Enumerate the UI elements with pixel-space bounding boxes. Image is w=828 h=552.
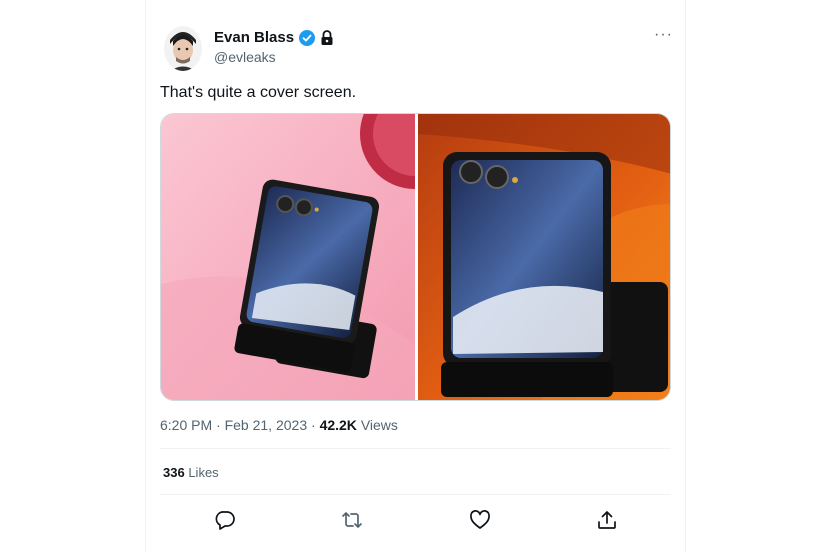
likes-stat[interactable]: 336 Likes [163,465,219,480]
divider [160,448,671,449]
author-name-row: Evan Blass [214,29,334,46]
tweet-time[interactable]: 6:20 PM [160,417,212,433]
tweet-date[interactable]: Feb 21, 2023 [225,417,308,433]
lock-icon [321,30,333,45]
retweet-icon[interactable] [341,509,363,531]
author-name[interactable]: Evan Blass [214,29,294,46]
more-options-icon[interactable]: ··· [654,26,673,44]
meta-separator-2: · [311,417,316,433]
like-heart-icon[interactable] [469,509,491,531]
share-icon[interactable] [596,509,618,531]
meta-separator: · [216,417,221,433]
phone-image-orange[interactable] [418,114,671,401]
likes-count: 336 [163,465,185,480]
tweet-text: That's quite a cover screen. [160,84,357,101]
reply-icon[interactable] [214,509,236,531]
media-image-pair [161,114,671,401]
views-label: Views [360,417,398,433]
tweet-meta: 6:20 PM · Feb 21, 2023 · 42.2K Views [160,417,398,433]
likes-label: Likes [188,465,219,480]
divider [160,494,671,495]
author-handle[interactable]: @evleaks [214,49,276,65]
views-count: 42.2K [319,417,357,433]
tweet-media[interactable] [160,113,671,401]
avatar[interactable] [164,26,202,71]
verified-badge-icon [299,29,316,46]
